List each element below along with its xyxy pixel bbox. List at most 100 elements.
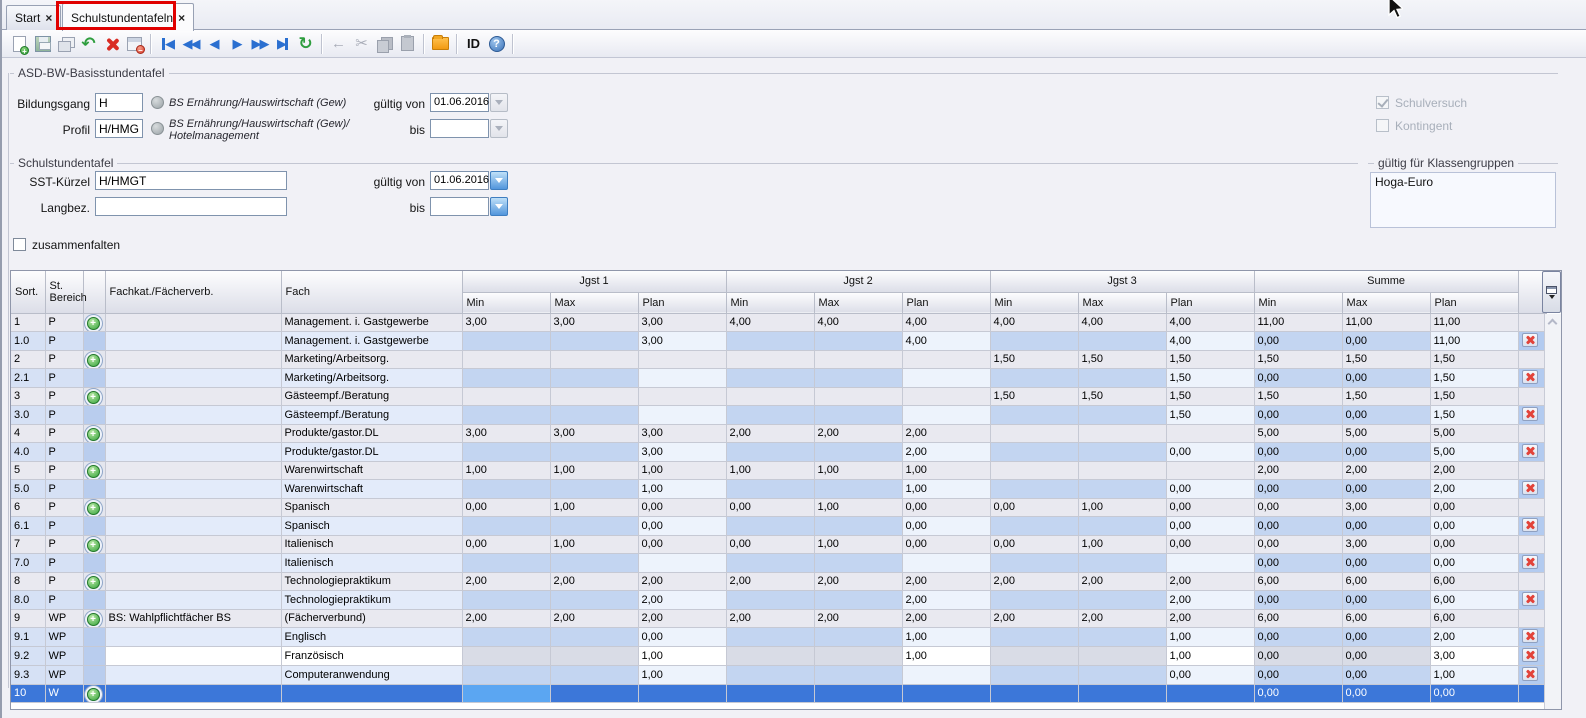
grid-cell[interactable] xyxy=(1078,553,1166,572)
grid-cell[interactable]: 3,00 xyxy=(638,442,726,461)
cell-add[interactable]: + xyxy=(83,572,105,590)
grid-cell[interactable]: 1,00 xyxy=(638,665,726,684)
grid-cell[interactable] xyxy=(902,350,990,368)
grid-cell[interactable] xyxy=(638,350,726,368)
cell-fach[interactable]: Warenwirtschaft xyxy=(281,461,462,479)
grid-cell[interactable]: 0,00 xyxy=(1166,442,1254,461)
add-subrow-button[interactable]: + xyxy=(87,465,100,478)
cell-fach[interactable]: Italienisch xyxy=(281,535,462,553)
table-row-1.0[interactable]: 1.0PManagement. i. Gastgewerbe3,004,004,… xyxy=(11,331,1546,350)
grid-cell[interactable]: 0,00 xyxy=(1430,516,1518,535)
grid-cell[interactable]: 1,00 xyxy=(726,461,814,479)
zusammenfalten-checkbox[interactable] xyxy=(13,238,26,251)
dropdown-button[interactable] xyxy=(490,197,508,216)
grid-cell[interactable]: 0,00 xyxy=(1254,479,1342,498)
grid-cell[interactable]: 0,00 xyxy=(1254,553,1342,572)
grid-cell[interactable] xyxy=(902,387,990,405)
grid-cell[interactable]: 5,00 xyxy=(1430,442,1518,461)
grid-cell[interactable]: 0,00 xyxy=(1342,516,1430,535)
cell-delete[interactable] xyxy=(1518,627,1546,646)
grid-cell[interactable]: 1,50 xyxy=(1078,350,1166,368)
cell-bereich[interactable]: P xyxy=(45,479,83,498)
grid-cell[interactable]: 2,00 xyxy=(638,609,726,627)
add-subrow-button[interactable]: + xyxy=(87,539,100,552)
table-row-5.0[interactable]: 5.0PWarenwirtschaft1,001,000,000,000,002… xyxy=(11,479,1546,498)
grid-cell[interactable]: 2,00 xyxy=(902,609,990,627)
col-header-plan[interactable]: Plan xyxy=(1430,292,1518,313)
grid-cell[interactable] xyxy=(462,479,550,498)
grid-cell[interactable]: 0,00 xyxy=(638,516,726,535)
grid-cell[interactable]: 0,00 xyxy=(1342,590,1430,609)
col-header-plan[interactable]: Plan xyxy=(902,292,990,313)
remove-form-button[interactable]: – xyxy=(123,32,146,55)
cell-sort[interactable]: 1.0 xyxy=(11,331,45,350)
grid-cell[interactable] xyxy=(990,368,1078,387)
grid-cell[interactable]: 0,00 xyxy=(1254,627,1342,646)
grid-cell[interactable]: 0,00 xyxy=(726,498,814,516)
grid-cell[interactable] xyxy=(726,627,814,646)
cell-fach[interactable]: Gästeempf./Beratung xyxy=(281,387,462,405)
grid-cell[interactable]: 2,00 xyxy=(638,590,726,609)
grid-cell[interactable]: 0,00 xyxy=(902,516,990,535)
cell-add[interactable]: + xyxy=(83,461,105,479)
cell-fach[interactable]: Marketing/Arbeitsorg. xyxy=(281,368,462,387)
grid-cell[interactable]: 2,00 xyxy=(1166,572,1254,590)
table-row-6[interactable]: 6P+Spanisch0,001,000,000,001,000,000,001… xyxy=(11,498,1546,516)
grid-cell[interactable]: 1,50 xyxy=(1430,350,1518,368)
grid-cell[interactable]: 4,00 xyxy=(1078,313,1166,331)
grid-cell[interactable]: 1,00 xyxy=(814,498,902,516)
grid-cell[interactable]: 0,00 xyxy=(1166,535,1254,553)
grid-cell[interactable]: 5,00 xyxy=(1430,424,1518,442)
cell-fachkat[interactable] xyxy=(105,405,281,424)
cell-fachkat[interactable] xyxy=(105,498,281,516)
cell-fach[interactable]: Technologiepraktikum xyxy=(281,590,462,609)
cell-fach[interactable]: Warenwirtschaft xyxy=(281,479,462,498)
grid-cell[interactable]: 1,50 xyxy=(1430,368,1518,387)
bildungsgang-field[interactable] xyxy=(95,93,143,112)
column-picker-button[interactable] xyxy=(1542,271,1561,313)
col-header-min[interactable]: Min xyxy=(462,292,550,313)
cell-add[interactable]: + xyxy=(83,609,105,627)
grid-cell[interactable]: 1,00 xyxy=(550,461,638,479)
grid-cell[interactable]: 4,00 xyxy=(726,313,814,331)
grid-cell[interactable]: 3,00 xyxy=(550,313,638,331)
grid-cell[interactable]: 0,00 xyxy=(1254,516,1342,535)
table-row-9.2[interactable]: 9.2WPFranzösisch1,001,001,000,000,003,00 xyxy=(11,646,1546,665)
grid-cell[interactable]: 0,00 xyxy=(726,535,814,553)
grid-cell[interactable]: 1,50 xyxy=(1254,350,1342,368)
tab-schulstundentafeln[interactable]: Schulstundentafeln × xyxy=(62,3,194,31)
langbez-field[interactable] xyxy=(95,197,287,216)
sst-bis-value[interactable] xyxy=(430,197,489,216)
cell-add[interactable]: + xyxy=(83,498,105,516)
col-header-max[interactable]: Max xyxy=(1078,292,1166,313)
grid-cell[interactable]: 4,00 xyxy=(814,313,902,331)
grid-cell[interactable]: 0,00 xyxy=(1254,331,1342,350)
col-header-fach[interactable]: Fach xyxy=(281,271,462,313)
grid-cell[interactable] xyxy=(638,368,726,387)
delete-row-button[interactable] xyxy=(1522,481,1538,495)
cell-fachkat[interactable] xyxy=(105,553,281,572)
dropdown-button[interactable] xyxy=(490,171,508,190)
grid-cell[interactable] xyxy=(726,590,814,609)
nav-fast-prev-button[interactable]: ◀◀ xyxy=(179,32,202,55)
grid-cell[interactable]: 11,00 xyxy=(1254,313,1342,331)
grid-cell[interactable]: 2,00 xyxy=(726,609,814,627)
col-header-bereich[interactable]: St. Bereich xyxy=(45,271,83,313)
cell-bereich[interactable]: P xyxy=(45,424,83,442)
cell-bereich[interactable]: P xyxy=(45,572,83,590)
grid-cell[interactable] xyxy=(726,350,814,368)
grid-cell[interactable]: 2,00 xyxy=(462,609,550,627)
cell-delete[interactable] xyxy=(1518,405,1546,424)
grid-cell[interactable]: 0,00 xyxy=(1254,590,1342,609)
grid-cell[interactable]: 2,00 xyxy=(1254,461,1342,479)
table-row-4.0[interactable]: 4.0PProdukte/gastor.DL3,002,000,000,000,… xyxy=(11,442,1546,461)
col-header-sort[interactable]: Sort. xyxy=(11,271,45,313)
grid-cell[interactable]: 0,00 xyxy=(1430,553,1518,572)
cell-sort[interactable]: 4.0 xyxy=(11,442,45,461)
table-row-2.1[interactable]: 2.1PMarketing/Arbeitsorg.1,500,000,001,5… xyxy=(11,368,1546,387)
grid-cell[interactable]: 5,00 xyxy=(1342,424,1430,442)
grid-cell[interactable]: 6,00 xyxy=(1342,572,1430,590)
delete-row-button[interactable] xyxy=(1522,667,1538,681)
grid-cell[interactable] xyxy=(638,553,726,572)
grid-cell[interactable]: 1,00 xyxy=(550,535,638,553)
